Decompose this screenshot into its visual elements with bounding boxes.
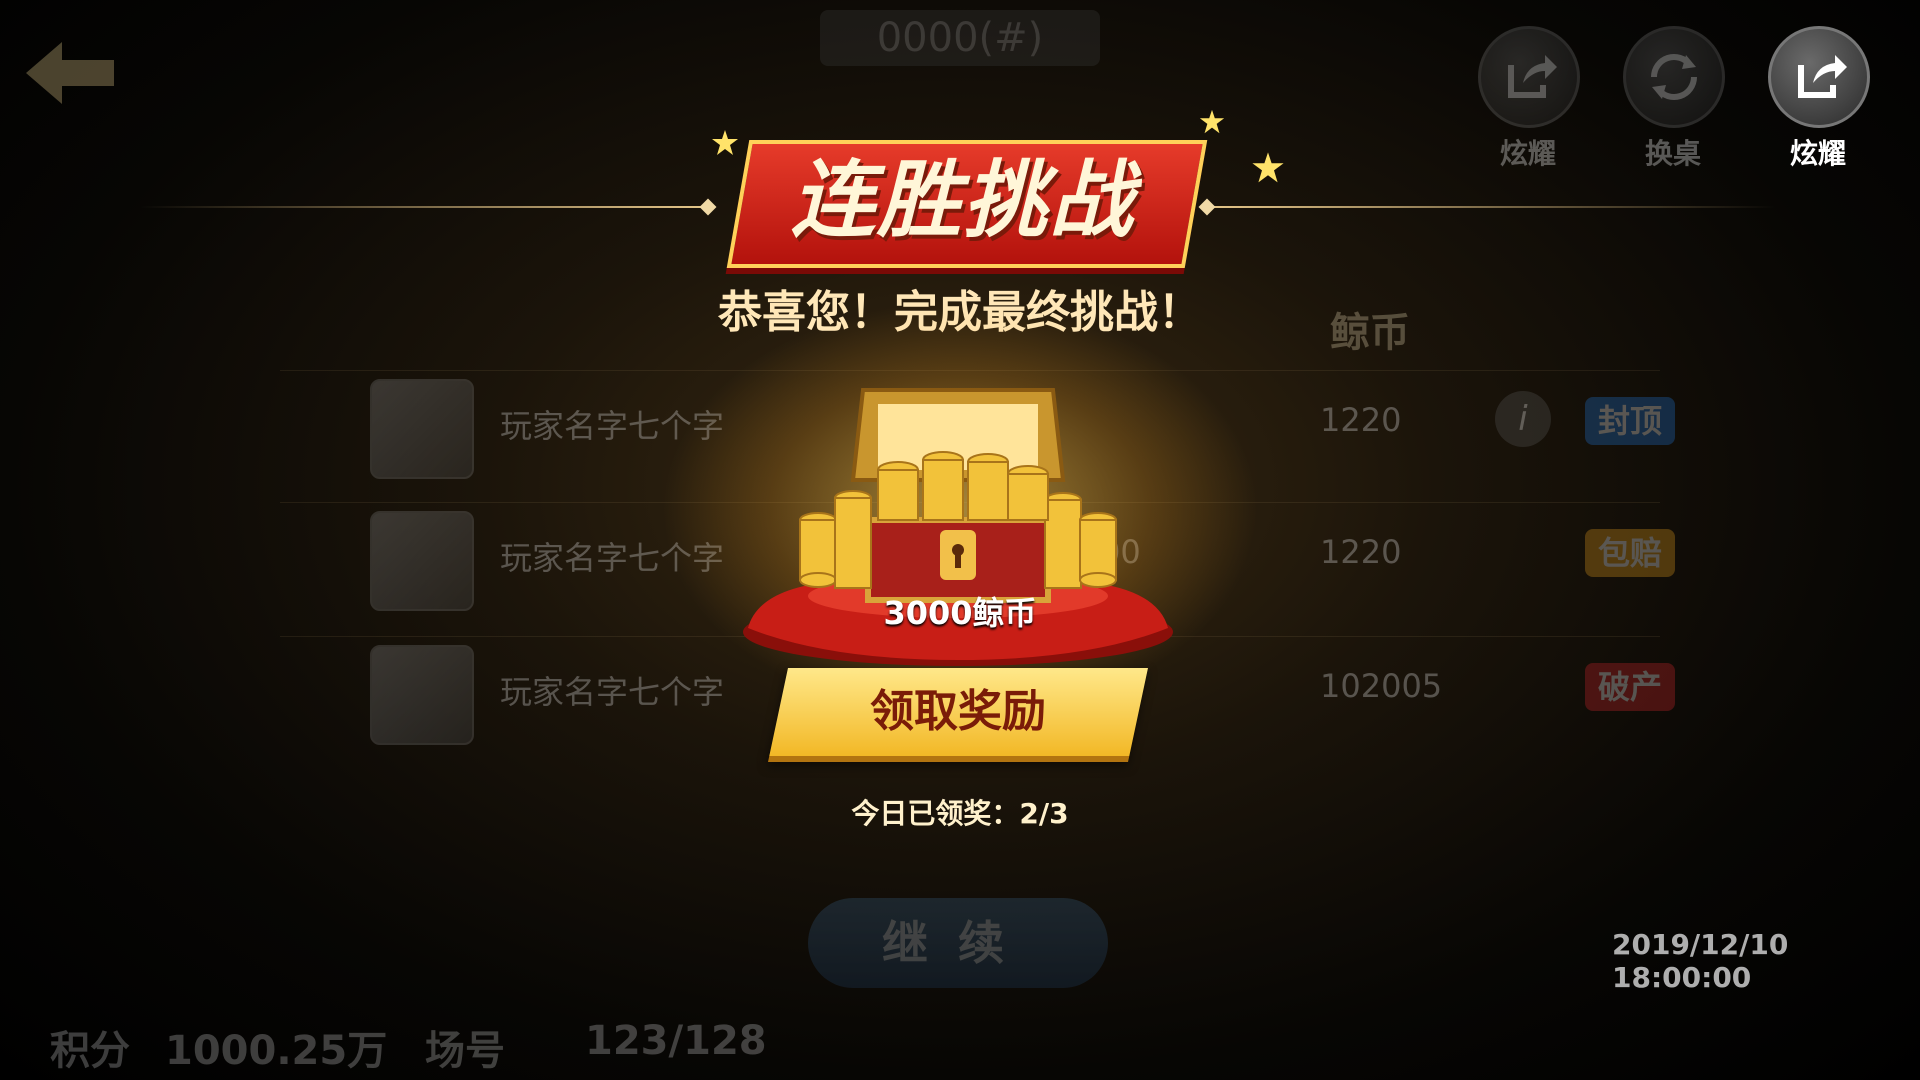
player-coins: 1220 <box>1320 401 1402 439</box>
ticket-value: 123/128 <box>585 1018 767 1064</box>
share-icon <box>1478 26 1580 128</box>
show-off-button-dim[interactable]: 炫耀 <box>1478 26 1580 172</box>
reward-amount: 3000鲸币 <box>883 594 1037 632</box>
score-value: 1000.25万 <box>165 1028 388 1074</box>
banner-divider-right <box>1205 206 1775 208</box>
refresh-icon <box>1623 26 1725 128</box>
back-arrow-icon[interactable] <box>22 38 118 108</box>
info-icon[interactable]: i <box>1495 391 1551 447</box>
banner-title: 连胜挑战 <box>790 151 1135 249</box>
star-icon <box>712 130 738 155</box>
player-avatar <box>370 511 474 611</box>
player-coins: 1220 <box>1320 533 1402 571</box>
claim-reward-button[interactable]: 领取奖励 <box>778 668 1138 756</box>
status-badge: 破产 <box>1585 663 1675 711</box>
claimed-label: 今日已领奖： <box>851 797 1020 830</box>
share-icon <box>1768 26 1870 128</box>
show-off-button[interactable]: 炫耀 <box>1768 26 1870 172</box>
claimed-count: 2/3 <box>1019 797 1069 830</box>
change-table-button[interactable]: 换桌 <box>1623 26 1725 172</box>
claimed-today-status: 今日已领奖：2/3 <box>0 792 1920 832</box>
change-table-label: 换桌 <box>1644 137 1701 170</box>
continue-button[interactable]: 继续 <box>808 898 1108 988</box>
timestamp: 2019/12/10 18:00:00 <box>1612 928 1789 994</box>
show-off-label: 炫耀 <box>1499 137 1556 170</box>
status-badge: 包赔 <box>1585 529 1675 577</box>
room-title: 0000(#) <box>820 10 1100 66</box>
banner-divider-left <box>140 206 710 208</box>
player-avatar <box>370 379 474 479</box>
game-screen: 0000(#) 鲸币 玩家名字七个字 1220 i 封顶 玩家名字七个字 00 … <box>0 0 1920 1080</box>
player-avatar <box>370 645 474 745</box>
star-icon <box>1199 109 1225 134</box>
star-icon <box>1252 152 1284 183</box>
show-off-label: 炫耀 <box>1789 137 1846 170</box>
status-badge: 封顶 <box>1585 397 1675 445</box>
score-label: 积分 <box>50 1028 130 1074</box>
player-coins: 102005 <box>1320 667 1443 705</box>
ticket-label: 场号 <box>425 1028 505 1074</box>
bottom-bar: 积分 1000.25万 场号 123/128 <box>0 1000 1920 1080</box>
